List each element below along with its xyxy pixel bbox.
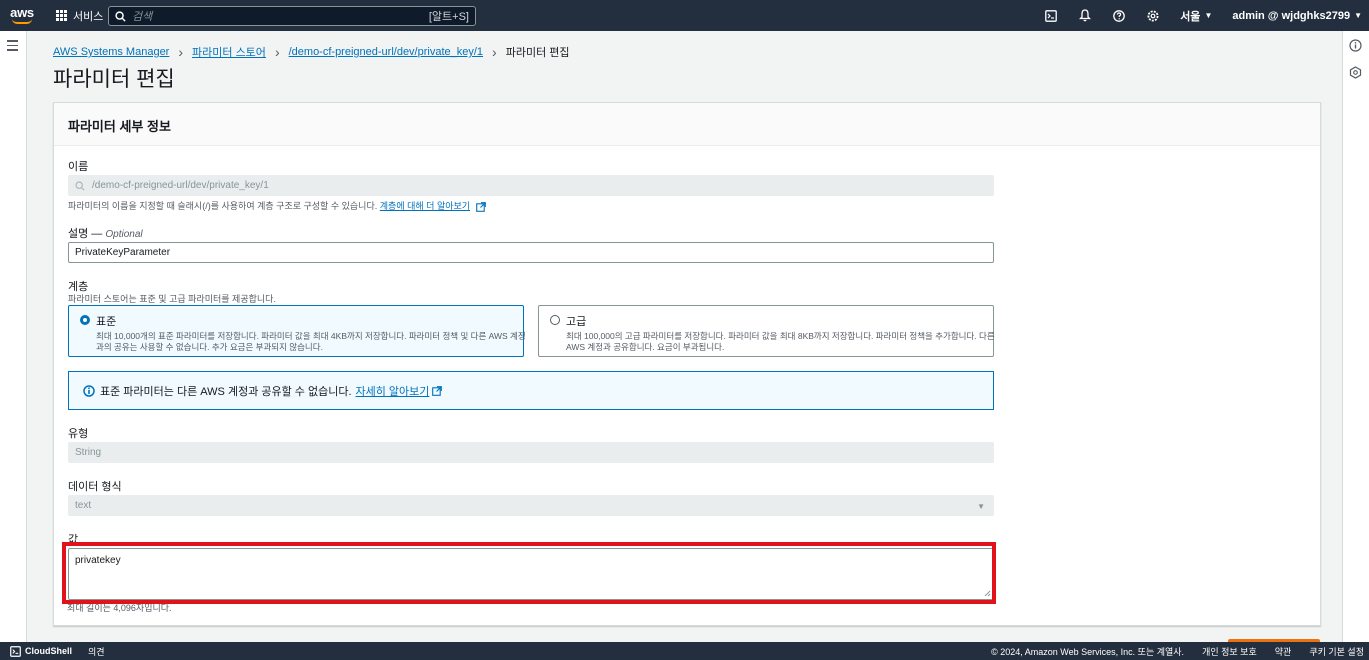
settings-button[interactable] [1136, 0, 1170, 31]
radio-selected-icon[interactable] [80, 315, 90, 325]
chevron-right-icon: › [178, 43, 184, 60]
search-icon [115, 10, 126, 22]
name-value: /demo-cf-preigned-url/dev/private_key/1 [92, 180, 269, 191]
name-hint: 파라미터의 이름을 지정할 때 슬래시(/)를 사용하여 계층 구조로 구성할 … [68, 199, 486, 212]
hexagon-icon[interactable] [1349, 66, 1362, 79]
terms-link[interactable]: 약관 [1275, 645, 1292, 658]
chevron-right-icon: › [492, 43, 497, 60]
search-icon [75, 180, 85, 191]
tier-advanced-option[interactable]: 고급 최대 100,000의 고급 파라미터를 저장합니다. 파라미터 값을 최… [538, 305, 995, 357]
data-type-label: 데이터 형식 [68, 481, 122, 493]
hierarchy-learn-more-link[interactable]: 계층에 대해 더 알아보기 [380, 201, 470, 211]
info-icon[interactable] [1349, 39, 1362, 52]
info-alert: 표준 파라미터는 다른 AWS 계정과 공유할 수 없습니다. 자세히 알아보기 [68, 371, 994, 410]
page-title: 파라미터 편집 [53, 68, 175, 91]
terminal-icon [1045, 9, 1058, 22]
description-value: PrivateKeyParameter [75, 247, 171, 258]
caret-down-icon: ▼ [1354, 11, 1362, 20]
caret-down-icon: ▼ [977, 502, 985, 511]
search-placeholder: 검색 [132, 11, 153, 23]
menu-icon[interactable] [7, 40, 18, 54]
breadcrumb: AWS Systems Manager › 파라미터 스토어 › /demo-c… [53, 44, 570, 60]
chevron-right-icon: › [274, 43, 280, 60]
tools-rail [1342, 31, 1369, 642]
advanced-description: 최대 100,000의 고급 파라미터를 저장합니다. 파라미터 값을 최대 8… [566, 331, 995, 352]
breadcrumb-parameter-store[interactable]: 파라미터 스토어 [192, 44, 266, 60]
feedback-link[interactable]: 의견 [88, 645, 105, 658]
terminal-icon [10, 645, 21, 657]
advanced-title: 고급 [566, 316, 587, 328]
bell-icon [1079, 9, 1092, 22]
breadcrumb-current: 파라미터 편집 [505, 47, 570, 59]
search-shortcut: [알트+S] [428, 11, 469, 23]
cloudshell-button[interactable]: CloudShell [10, 645, 72, 657]
data-type-value: text [75, 500, 92, 511]
description-label: 설명 — Optional [68, 228, 143, 240]
notifications-button[interactable] [1068, 0, 1102, 31]
footer: CloudShell 의견 © 2024, Amazon Web Service… [0, 642, 1369, 660]
name-hint-text: 파라미터의 이름을 지정할 때 슬래시(/)를 사용하여 계층 구조로 구성할 … [68, 201, 378, 211]
info-icon [83, 384, 95, 397]
gear-icon [1147, 10, 1159, 21]
name-label: 이름 [68, 161, 89, 173]
description-input[interactable]: PrivateKeyParameter [68, 242, 994, 263]
help-icon [1113, 9, 1126, 22]
account-menu[interactable]: admin @ wjdghks2799 ▼ [1222, 10, 1369, 22]
cloudshell-label: CloudShell [25, 646, 72, 656]
services-label: 서비스 [73, 10, 104, 23]
grid-icon [56, 10, 67, 21]
radio-unselected-icon[interactable] [550, 315, 560, 325]
type-value: String [75, 447, 102, 458]
region-selector[interactable]: 서울 ▼ [1170, 8, 1222, 24]
aws-logo[interactable]: aws [0, 0, 44, 31]
search-input[interactable]: 검색 [알트+S] [108, 6, 476, 26]
type-label: 유형 [68, 428, 89, 440]
privacy-link[interactable]: 개인 정보 보호 [1202, 645, 1257, 658]
aws-logo-text: aws [10, 5, 34, 20]
side-navigation-rail [0, 31, 27, 642]
info-text: 표준 파라미터는 다른 AWS 계정과 공유할 수 없습니다. [100, 385, 352, 398]
services-menu-button[interactable]: 서비스 [56, 8, 103, 24]
aws-logo-smile-icon [12, 19, 32, 24]
caret-down-icon: ▼ [1204, 11, 1213, 20]
description-label-text: 설명 [68, 228, 89, 240]
footer-links: © 2024, Amazon Web Services, Inc. 또는 계열사… [991, 642, 1364, 660]
top-navigation: aws 서비스 검색 [알트+S] 서울 ▼ admin @ wjdghks27… [0, 0, 1369, 31]
tier-standard-option[interactable]: 표준 최대 10,000개의 표준 파라미터를 저장합니다. 파라미터 값을 최… [68, 305, 526, 357]
panel-header: 파라미터 세부 정보 [54, 103, 1320, 146]
account-label: admin @ wjdghks2799 [1232, 9, 1351, 22]
standard-title: 표준 [96, 316, 117, 328]
external-link-icon [475, 201, 486, 212]
tier-hint: 파라미터 스토어는 표준 및 고급 파라미터를 제공합니다. [68, 294, 276, 304]
breadcrumb-parameter[interactable]: /demo-cf-preigned-url/dev/private_key/1 [289, 46, 483, 58]
optional-label: Optional [105, 229, 143, 240]
standard-description: 최대 10,000개의 표준 파라미터를 저장합니다. 파라미터 값을 최대 4… [96, 331, 526, 352]
name-field: /demo-cf-preigned-url/dev/private_key/1 [68, 175, 994, 196]
cookie-preferences-link[interactable]: 쿠키 기본 설정 [1309, 645, 1364, 658]
learn-more-link[interactable]: 자세히 알아보기 [356, 383, 430, 399]
nav-right-group: 서울 ▼ admin @ wjdghks2799 ▼ [1034, 0, 1369, 31]
region-label: 서울 [1180, 10, 1201, 23]
cloudshell-nav-button[interactable] [1034, 0, 1068, 31]
data-type-select: text ▼ [68, 495, 994, 516]
external-link-icon [432, 385, 443, 396]
copyright-text: © 2024, Amazon Web Services, Inc. 또는 계열사… [991, 646, 1185, 657]
type-field: String [68, 442, 994, 463]
help-button[interactable] [1102, 0, 1136, 31]
highlight-annotation [62, 542, 996, 604]
breadcrumb-systems-manager[interactable]: AWS Systems Manager [53, 46, 169, 58]
